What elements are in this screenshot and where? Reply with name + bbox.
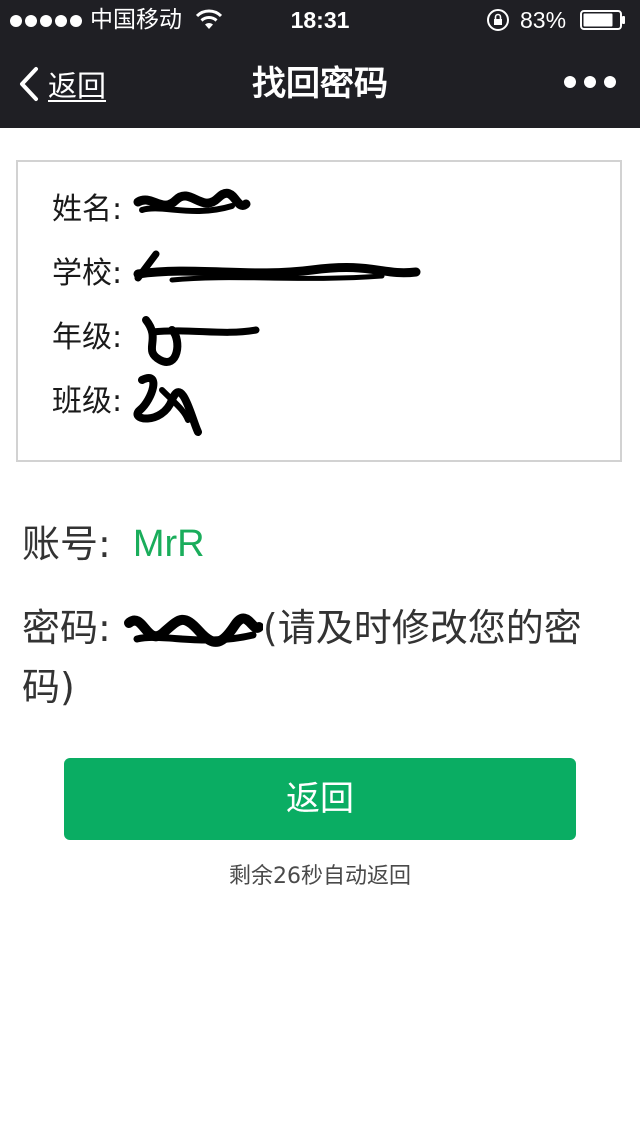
info-row-name: 姓名: [52,184,252,228]
redaction-scribble [142,316,260,366]
auto-return-countdown: 剩余26秒自动返回 [229,864,411,889]
grade-label: 年级: [52,320,123,355]
account-value: MrR [132,523,205,565]
more-dot-icon [584,76,596,88]
info-row-school: 学校: [52,248,422,292]
redaction-scribble [133,188,251,215]
redaction-scribble [133,250,421,283]
password-block: 密码: (请及时修改您的密码) [22,600,622,715]
page-title: 找回密码 [252,64,388,104]
more-options-button[interactable] [564,76,616,88]
info-row-class: 班级: [52,374,212,436]
class-label: 班级: [52,384,123,419]
school-label: 学校: [52,256,123,291]
battery-icon [580,10,625,30]
battery-percent: 83% [520,7,567,33]
redaction-scribble [123,613,263,647]
password-label: 密码: [22,606,111,650]
more-dot-icon [604,76,616,88]
account-line: 账号: MrR [22,518,205,570]
top-bar: 中国移动 18:31 83% 返回 找回密码 [0,0,640,128]
navigation-bar: 返回 找回密码 [0,40,640,128]
account-label: 账号: [22,522,111,566]
redaction-scribble [133,374,203,436]
name-label: 姓名: [52,192,123,227]
student-info-card: 姓名: 学校: 年级: 班级: [16,160,622,462]
status-bar: 中国移动 18:31 83% [0,0,640,40]
return-button[interactable]: 返回 [64,758,576,840]
find-password-screen: 中国移动 18:31 83% 返回 找回密码 姓名: 学校: 年级: 班级: 账… [0,0,640,1136]
rotation-lock-icon [487,9,509,31]
info-row-grade: 年级: [52,312,262,366]
more-dot-icon [564,76,576,88]
